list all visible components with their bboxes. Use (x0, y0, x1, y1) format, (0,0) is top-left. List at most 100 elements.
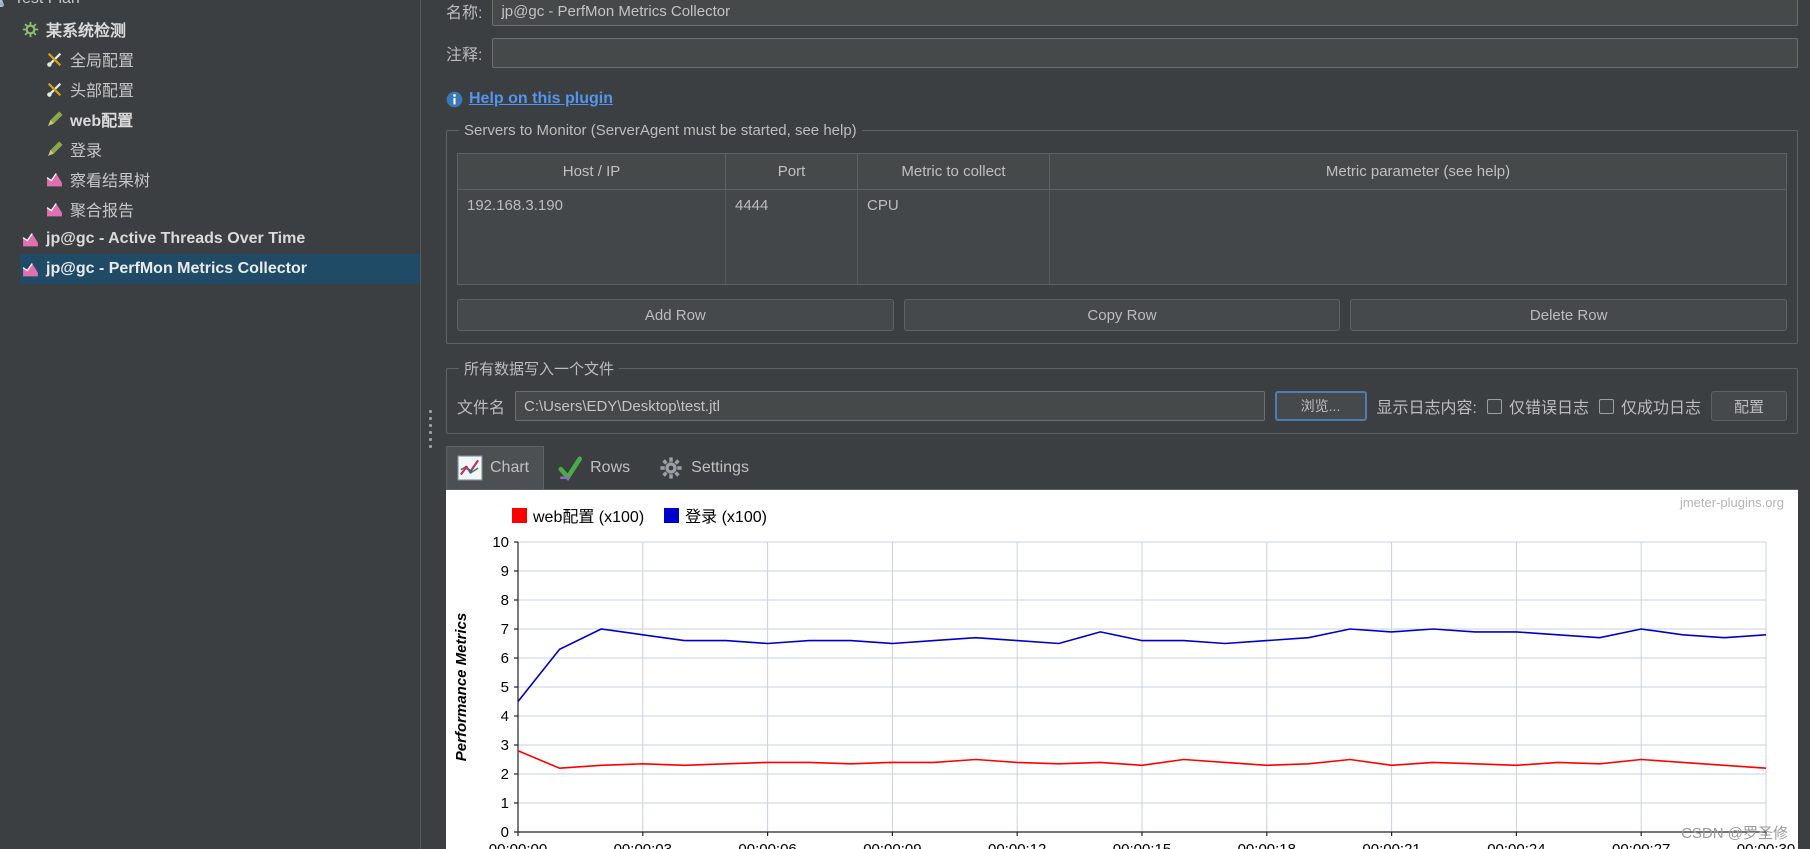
servers-group: Servers to Monitor (ServerAgent must be … (446, 122, 1798, 344)
sidebar-item-label: jp@gc - PerfMon Metrics Collector (46, 260, 307, 277)
legend-swatch (664, 507, 680, 523)
x-tick-label: 00:00:24 (1487, 841, 1545, 849)
sidebar-item-label: jp@gc - Active Threads Over Time (46, 230, 306, 247)
rows-tab-icon (557, 455, 583, 481)
sidebar-item[interactable]: 某系统检测 (20, 14, 420, 44)
sidebar-item-label: Test Plan (14, 0, 80, 8)
table-empty-area (458, 222, 726, 284)
browse-button[interactable]: 浏览... (1274, 391, 1367, 421)
config-button[interactable]: 配置 (1711, 391, 1787, 421)
tab-rows[interactable]: Rows (546, 446, 645, 489)
table-cell[interactable] (1050, 190, 1786, 222)
sidebar-item[interactable]: jp@gc - Active Threads Over Time (20, 224, 420, 254)
legend-label: web配置 (x100) (533, 509, 645, 526)
tree-items: Test Plan 某系统检测全局配置头部配置 web配置登录察看结果树聚合报告 jp… (0, 0, 420, 284)
tab-label: Chart (490, 459, 530, 476)
add-row-button[interactable]: Add Row (457, 299, 894, 331)
file-row: 文件名 浏览... 显示日志内容: 仅错误日志 仅成功日志 配置 (457, 391, 1787, 421)
x-tick-label: 00:00:00 (489, 841, 547, 849)
chart-tab-icon (457, 455, 483, 481)
x-tick-label: 00:00:27 (1612, 841, 1670, 849)
splitter-grip-icon[interactable] (427, 408, 434, 448)
table-cell[interactable]: 4444 (726, 190, 858, 222)
help-link[interactable]: Help on this plugin (469, 90, 613, 108)
csdn-watermark: CSDN @罗圣修 (1681, 825, 1788, 842)
success-only-option[interactable]: 仅成功日志 (1598, 394, 1701, 418)
y-tick-label: 7 (501, 621, 509, 638)
x-tick-label: 00:00:09 (863, 841, 921, 849)
errors-only-option[interactable]: 仅错误日志 (1486, 394, 1589, 418)
legend-item: 登录 (x100) (664, 503, 767, 527)
sidebar-item[interactable]: 察看结果树 (44, 164, 420, 194)
copy-row-button[interactable]: Copy Row (903, 299, 1341, 331)
legend-item: web配置 (x100) (512, 503, 644, 527)
table-empty-area (858, 222, 1050, 284)
log-display-label: 显示日志内容: (1376, 400, 1477, 417)
sidebar-item-label: 某系统检测 (46, 23, 127, 40)
x-tick-label: 00:00:03 (614, 841, 672, 849)
y-tick-label: 4 (501, 708, 509, 725)
success-only-label: 仅成功日志 (1620, 400, 1701, 417)
y-tick-label: 3 (501, 737, 509, 754)
app-window: Test Plan 某系统检测全局配置头部配置 web配置登录察看结果树聚合报告 jp… (0, 0, 1810, 849)
row-buttons: Add Row Copy Row Delete Row (457, 299, 1788, 331)
legend-swatch (512, 507, 527, 523)
sidebar-item-label: 登录 (70, 143, 103, 160)
tab-settings[interactable]: Settings (647, 446, 764, 489)
filename-input[interactable] (515, 391, 1265, 421)
errors-only-label: 仅错误日志 (1508, 400, 1589, 417)
comment-input[interactable] (492, 38, 1798, 68)
sidebar-item-label: 全局配置 (70, 53, 135, 70)
tab-chart[interactable]: Chart (446, 446, 545, 489)
table-header-cell: Port (726, 154, 858, 190)
sidebar-item[interactable]: 登录 (44, 134, 420, 164)
name-label: 名称: (446, 5, 483, 22)
info-icon (446, 91, 463, 108)
table-header-cell: Metric parameter (see help) (1050, 154, 1786, 190)
sidebar-item-label: 头部配置 (70, 83, 135, 100)
test-plan-tree: Test Plan 某系统检测全局配置头部配置 web配置登录察看结果树聚合报告 jp… (0, 0, 420, 849)
servers-table[interactable]: Host / IP Port Metric to collect Metric par… (457, 153, 1787, 285)
sidebar-item-label: 聚合报告 (70, 203, 135, 220)
y-tick-label: 0 (501, 824, 509, 841)
y-tick-label: 10 (492, 534, 509, 551)
x-tick-label: 00:00:12 (988, 841, 1046, 849)
name-input[interactable] (492, 0, 1798, 26)
y-tick-label: 8 (501, 592, 509, 609)
settings-tab-icon (658, 455, 684, 481)
success-only-checkbox[interactable] (1598, 398, 1614, 414)
y-tick-label: 2 (501, 766, 509, 783)
sidebar-item-label: web配置 (70, 113, 134, 130)
table-empty-area (726, 222, 858, 284)
sidebar-item[interactable]: web配置 (44, 104, 420, 134)
listener-icon (46, 171, 63, 188)
legend-label: 登录 (x100) (685, 509, 767, 526)
errors-only-checkbox[interactable] (1486, 398, 1502, 414)
sidebar-item[interactable]: Test Plan (0, 0, 420, 14)
perfmon-panel: 名称: 注释: Help on this plugin Servers to M… (440, 0, 1810, 849)
y-tick-label: 6 (501, 650, 509, 667)
tab-label: Settings (691, 459, 749, 476)
delete-row-button[interactable]: Delete Row (1350, 299, 1788, 331)
table-cell[interactable]: CPU (858, 190, 1050, 222)
table-cell[interactable]: 192.168.3.190 (458, 190, 726, 222)
performance-chart: 0 1 2 3 4 5 6 7 8 9 10 00:00:00 00:00:03 00:00:06 00:0… (453, 534, 1795, 849)
thread-group-icon (22, 21, 39, 38)
view-tabs: Chart Rows Settings (446, 444, 1798, 490)
servers-group-title: Servers to Monitor (ServerAgent must be … (464, 122, 857, 139)
y-tick-label: 5 (501, 679, 509, 696)
sampler-icon (46, 110, 63, 128)
help-row: Help on this plugin (446, 90, 1798, 108)
sidebar-item[interactable]: jp@gc - PerfMon Metrics Collector (20, 254, 420, 284)
splitter[interactable] (420, 0, 440, 849)
listener-icon (22, 231, 39, 248)
tab-label: Rows (590, 459, 631, 476)
file-group: 所有数据写入一个文件 文件名 浏览... 显示日志内容: 仅错误日志 仅成功日志… (446, 358, 1798, 434)
file-group-title: 所有数据写入一个文件 (464, 361, 615, 378)
sidebar-item[interactable]: 头部配置 (44, 74, 420, 104)
sidebar-item[interactable]: 全局配置 (44, 44, 420, 74)
x-tick-label: 00:00:18 (1238, 841, 1296, 849)
sidebar-item[interactable]: 聚合报告 (44, 194, 420, 224)
filename-label: 文件名 (457, 400, 506, 417)
x-tick-label: 00:00:21 (1362, 841, 1420, 849)
